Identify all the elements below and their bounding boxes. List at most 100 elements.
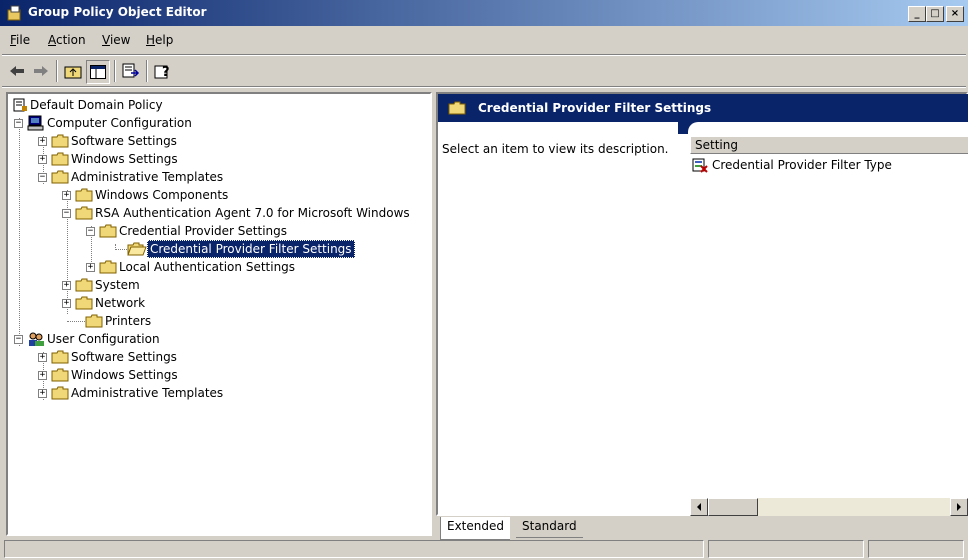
scroll-left-button[interactable] bbox=[690, 498, 708, 516]
tree-item-user-windows-settings[interactable]: + Windows Settings bbox=[38, 366, 180, 384]
horizontal-scrollbar[interactable] bbox=[690, 498, 968, 516]
tree-item-software-settings[interactable]: + Software Settings bbox=[38, 132, 179, 150]
tree-line bbox=[67, 321, 85, 322]
tree-label: System bbox=[95, 278, 140, 292]
tree-item-local-authentication-settings[interactable]: + Local Authentication Settings bbox=[86, 258, 297, 276]
scroll-thumb[interactable] bbox=[708, 498, 758, 516]
menu-help-label: Help bbox=[146, 33, 174, 47]
collapse-toggle[interactable]: − bbox=[38, 172, 47, 182]
folder-icon bbox=[99, 260, 117, 274]
expand-toggle[interactable]: + bbox=[86, 262, 95, 272]
tree-label: Computer Configuration bbox=[47, 116, 192, 130]
tree-label: Printers bbox=[105, 314, 152, 328]
tree-line bbox=[115, 249, 127, 250]
tree-item-windows-settings[interactable]: + Windows Settings bbox=[38, 150, 180, 168]
maximize-button[interactable]: □ bbox=[926, 6, 944, 22]
column-header-setting[interactable]: Setting bbox=[690, 136, 968, 154]
up-one-level-button[interactable] bbox=[62, 60, 84, 82]
expand-toggle[interactable]: + bbox=[62, 298, 71, 308]
toolbar-separator bbox=[146, 60, 148, 82]
toolbar-separator bbox=[114, 60, 116, 82]
folder-icon bbox=[51, 368, 69, 382]
collapse-toggle[interactable]: − bbox=[62, 208, 71, 218]
tree-label: Local Authentication Settings bbox=[119, 260, 296, 274]
tree-item-user-configuration[interactable]: − User Configuration bbox=[14, 330, 162, 348]
forward-button[interactable] bbox=[30, 60, 52, 82]
tree-label: Administrative Templates bbox=[71, 170, 224, 184]
expand-toggle[interactable]: + bbox=[38, 370, 47, 380]
tree-item-network[interactable]: + Network bbox=[62, 294, 147, 312]
tree-item-user-software-settings[interactable]: + Software Settings bbox=[38, 348, 179, 366]
menu-file[interactable]: File bbox=[10, 33, 30, 47]
folder-icon bbox=[51, 386, 69, 400]
collapse-toggle[interactable]: − bbox=[14, 334, 23, 344]
show-hide-tree-button[interactable] bbox=[86, 60, 110, 84]
group-policy-icon bbox=[7, 5, 21, 21]
status-bar-cell bbox=[708, 540, 864, 558]
tree-item-user-administrative-templates[interactable]: + Administrative Templates bbox=[38, 384, 225, 402]
back-button[interactable] bbox=[6, 60, 28, 82]
tree-label: Windows Settings bbox=[71, 152, 178, 166]
folder-icon bbox=[85, 314, 103, 328]
menu-separator bbox=[2, 54, 966, 56]
tree-item-administrative-templates[interactable]: − Administrative Templates bbox=[38, 168, 225, 186]
expand-toggle[interactable]: + bbox=[38, 154, 47, 164]
details-header: Credential Provider Filter Settings bbox=[438, 94, 968, 122]
tree-item-computer-configuration[interactable]: − Computer Configuration bbox=[14, 114, 194, 132]
scroll-left-icon bbox=[697, 503, 701, 511]
menu-action[interactable]: Action bbox=[48, 33, 86, 47]
folder-icon bbox=[75, 188, 93, 202]
details-title: Credential Provider Filter Settings bbox=[478, 101, 712, 115]
tab-standard-label: Standard bbox=[522, 519, 577, 533]
tree-pane[interactable]: Default Domain Policy − Computer Configu… bbox=[6, 92, 432, 536]
tree-label: Credential Provider Settings bbox=[119, 224, 288, 238]
tab-standard[interactable]: Standard bbox=[516, 517, 583, 538]
tree-item-credential-provider-filter-settings[interactable]: Credential Provider Filter Settings bbox=[127, 240, 355, 258]
tree-item-default-domain-policy[interactable]: Default Domain Policy bbox=[12, 96, 165, 114]
help-button[interactable]: ? bbox=[152, 60, 174, 82]
folder-icon bbox=[75, 296, 93, 310]
toolbar-separator-bottom bbox=[2, 86, 966, 88]
folder-icon bbox=[99, 224, 117, 238]
description-text: Select an item to view its description. bbox=[442, 142, 669, 156]
close-button[interactable]: × bbox=[946, 6, 964, 22]
menu-action-label: Action bbox=[48, 33, 86, 47]
tab-extended[interactable]: Extended bbox=[440, 517, 510, 540]
status-bar-main bbox=[4, 540, 704, 558]
toolbar-separator bbox=[56, 60, 58, 82]
tree-label: Windows Settings bbox=[71, 368, 178, 382]
setting-row[interactable]: Credential Provider Filter Type bbox=[692, 157, 892, 173]
expand-toggle[interactable]: + bbox=[38, 388, 47, 398]
forward-icon bbox=[34, 66, 48, 76]
scroll-right-button[interactable] bbox=[950, 498, 968, 516]
menu-help[interactable]: Help bbox=[146, 33, 173, 47]
tree-item-credential-provider-settings[interactable]: − Credential Provider Settings bbox=[86, 222, 289, 240]
tree-item-printers[interactable]: Printers bbox=[85, 312, 153, 330]
folder-icon bbox=[75, 278, 93, 292]
expand-toggle[interactable]: + bbox=[38, 136, 47, 146]
expand-toggle[interactable]: + bbox=[38, 352, 47, 362]
tree-item-windows-components[interactable]: + Windows Components bbox=[62, 186, 230, 204]
policy-scroll-icon bbox=[13, 98, 27, 112]
computer-icon bbox=[27, 115, 44, 131]
collapse-toggle[interactable]: − bbox=[86, 226, 95, 236]
back-icon bbox=[10, 66, 24, 76]
open-folder-icon bbox=[127, 242, 147, 256]
tree-label: RSA Authentication Agent 7.0 for Microso… bbox=[95, 206, 410, 220]
menu-view[interactable]: View bbox=[102, 33, 130, 47]
tree-item-system[interactable]: + System bbox=[62, 276, 142, 294]
folder-icon bbox=[51, 170, 69, 184]
collapse-toggle[interactable]: − bbox=[14, 118, 23, 128]
tree-line bbox=[19, 118, 20, 346]
expand-toggle[interactable]: + bbox=[62, 280, 71, 290]
tree-label: Network bbox=[95, 296, 146, 310]
window-title: Group Policy Object Editor bbox=[28, 5, 207, 19]
export-list-button[interactable] bbox=[120, 60, 142, 82]
folder-icon bbox=[448, 101, 466, 115]
tree-item-rsa-authentication-agent[interactable]: − RSA Authentication Agent 7.0 for Micro… bbox=[62, 204, 412, 222]
expand-toggle[interactable]: + bbox=[62, 190, 71, 200]
minimize-button[interactable]: _ bbox=[908, 6, 926, 22]
users-icon bbox=[29, 332, 44, 346]
scroll-right-icon bbox=[957, 503, 961, 511]
setting-label: Credential Provider Filter Type bbox=[712, 158, 892, 172]
